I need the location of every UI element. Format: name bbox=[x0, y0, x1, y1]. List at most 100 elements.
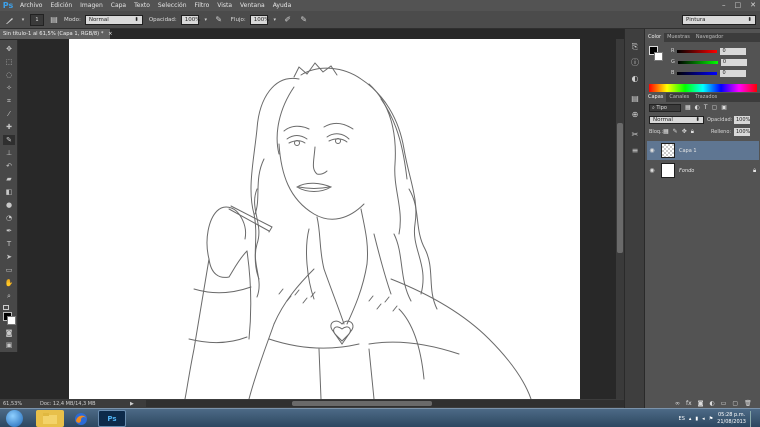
crop-tool-icon[interactable]: ⌗ bbox=[3, 96, 15, 106]
canvas-area[interactable] bbox=[18, 39, 624, 399]
adjustments-panel-icon[interactable]: ◐ bbox=[629, 73, 641, 84]
healing-brush-tool-icon[interactable]: ✚ bbox=[3, 122, 15, 132]
zoom-tool-icon[interactable]: ⌕ bbox=[3, 291, 15, 301]
fill-input[interactable]: 100% bbox=[734, 128, 750, 136]
menu-imagen[interactable]: Imagen bbox=[76, 0, 107, 11]
close-icon[interactable]: × bbox=[108, 31, 112, 37]
chevron-down-icon[interactable]: ▾ bbox=[272, 14, 278, 26]
filter-smart-icon[interactable]: ▣ bbox=[721, 104, 727, 111]
clone-source-panel-icon[interactable]: ⊕ bbox=[629, 109, 641, 120]
path-select-tool-icon[interactable]: ➤ bbox=[3, 252, 15, 262]
dodge-tool-icon[interactable]: ◔ bbox=[3, 213, 15, 223]
filter-pixel-icon[interactable]: ▦ bbox=[685, 104, 691, 111]
quick-mask-icon[interactable]: ◙ bbox=[3, 328, 15, 338]
red-channel-value[interactable]: 0 bbox=[720, 47, 747, 55]
status-menu-arrow-icon[interactable]: ▶ bbox=[130, 401, 134, 407]
hand-tool-icon[interactable]: ✋ bbox=[3, 278, 15, 288]
blue-channel-slider[interactable] bbox=[677, 71, 718, 75]
history-panel-icon[interactable]: ⎘ bbox=[629, 41, 641, 52]
marquee-tool-icon[interactable]: ⬚ bbox=[3, 57, 15, 67]
menu-capa[interactable]: Capa bbox=[107, 0, 130, 11]
filter-shape-icon[interactable]: ▢ bbox=[712, 104, 718, 111]
firefox-icon[interactable] bbox=[67, 410, 95, 427]
tab-color[interactable]: Color bbox=[645, 33, 665, 42]
start-button[interactable] bbox=[6, 410, 23, 427]
tab-canales[interactable]: Canales bbox=[666, 93, 692, 102]
explorer-icon[interactable] bbox=[36, 410, 64, 427]
quick-select-tool-icon[interactable]: ✧ bbox=[3, 83, 15, 93]
folder-icon[interactable]: ▭ bbox=[721, 400, 727, 407]
menu-vista[interactable]: Vista bbox=[213, 0, 236, 11]
document-info[interactable]: Doc: 12,4 MB/14,3 MB bbox=[40, 401, 130, 407]
lock-position-icon[interactable]: ✥ bbox=[682, 128, 687, 136]
screen-mode-icon[interactable]: ▣ bbox=[3, 340, 15, 350]
flow-input[interactable]: 100% bbox=[249, 14, 269, 25]
document-tab[interactable]: Sin título-1 al 61,5% (Capa 1, RGB/8) * … bbox=[0, 29, 112, 39]
layer-row-fondo[interactable]: ◉ Fondo 🔒︎ bbox=[647, 161, 759, 180]
horizontal-scrollbar[interactable] bbox=[146, 400, 624, 407]
pressure-size-icon[interactable]: ✎ bbox=[298, 14, 310, 26]
filter-type-icon[interactable]: T bbox=[704, 104, 708, 111]
volume-icon[interactable]: ◂ bbox=[702, 416, 705, 422]
vertical-scroll-thumb[interactable] bbox=[617, 123, 623, 253]
flag-icon[interactable]: ⚑ bbox=[709, 416, 713, 422]
pen-tool-icon[interactable]: ✒ bbox=[3, 226, 15, 236]
mask-icon[interactable]: ◙ bbox=[698, 400, 704, 407]
blur-tool-icon[interactable]: ● bbox=[3, 200, 15, 210]
airbrush-icon[interactable]: ✐ bbox=[282, 14, 294, 26]
character-panel-icon[interactable]: ≡ bbox=[629, 145, 641, 156]
green-channel-slider[interactable] bbox=[677, 60, 718, 64]
background-color-swatch[interactable] bbox=[654, 52, 663, 61]
visibility-eye-icon[interactable]: ◉ bbox=[647, 167, 657, 174]
brush-panel-icon[interactable]: ▤ bbox=[48, 14, 60, 26]
paint-bucket-tool-icon[interactable]: ◧ bbox=[3, 187, 15, 197]
trash-icon[interactable]: 🗑︎ bbox=[744, 400, 752, 407]
tab-trazados[interactable]: Trazados bbox=[692, 93, 720, 102]
vertical-scrollbar[interactable] bbox=[616, 39, 624, 399]
photoshop-taskbar-icon[interactable]: Ps bbox=[98, 410, 126, 427]
lock-pixels-icon[interactable]: ✎ bbox=[673, 128, 678, 136]
network-icon[interactable]: ▮ bbox=[695, 416, 698, 422]
document-canvas[interactable] bbox=[69, 39, 580, 399]
layer-name[interactable]: Capa 1 bbox=[679, 148, 697, 154]
zoom-level[interactable]: 61,53% bbox=[0, 401, 40, 407]
layer-row-capa-1[interactable]: ◉ Capa 1 bbox=[647, 141, 759, 160]
brush-presets-panel-icon[interactable]: ▤ bbox=[629, 93, 641, 104]
adjustment-icon[interactable]: ◐ bbox=[710, 400, 715, 407]
workspace-select[interactable]: Pintura ⬍ bbox=[682, 15, 756, 25]
new-layer-icon[interactable]: ▢ bbox=[732, 400, 738, 407]
clone-stamp-tool-icon[interactable]: ⊥ bbox=[3, 148, 15, 158]
tool-presets-panel-icon[interactable]: ✂ bbox=[629, 129, 641, 140]
menu-filtro[interactable]: Filtro bbox=[191, 0, 214, 11]
clock[interactable]: 05:28 p.m. 21/08/2013 bbox=[717, 412, 746, 426]
fx-icon[interactable]: fx bbox=[686, 400, 692, 407]
properties-panel-icon[interactable]: ⓘ bbox=[629, 57, 641, 68]
layer-filter-select[interactable]: ⌕ Tipo bbox=[649, 104, 681, 112]
layer-opacity-input[interactable]: 100% bbox=[734, 116, 750, 124]
blue-channel-value[interactable]: 0 bbox=[720, 69, 747, 77]
brush-tool-icon[interactable]: ✎ bbox=[3, 135, 15, 145]
menu-edicion[interactable]: Edición bbox=[46, 0, 76, 11]
horizontal-scroll-thumb[interactable] bbox=[292, 401, 432, 406]
menu-seleccion[interactable]: Selección bbox=[154, 0, 191, 11]
eyedropper-tool-icon[interactable]: ⁄ bbox=[3, 109, 15, 119]
menu-ayuda[interactable]: Ayuda bbox=[269, 0, 296, 11]
close-button[interactable]: ✕ bbox=[750, 1, 756, 9]
background-color-swatch[interactable] bbox=[7, 316, 16, 325]
color-spectrum-bar[interactable] bbox=[649, 84, 757, 92]
green-channel-value[interactable]: 0 bbox=[720, 58, 747, 66]
tray-expand-icon[interactable]: ▴ bbox=[689, 416, 692, 422]
history-brush-tool-icon[interactable]: ↶ bbox=[3, 161, 15, 171]
menu-texto[interactable]: Texto bbox=[130, 0, 154, 11]
tab-navegador[interactable]: Navegador bbox=[693, 33, 726, 42]
brush-size-picker[interactable]: 1 bbox=[30, 13, 44, 26]
menu-archivo[interactable]: Archivo bbox=[16, 0, 46, 11]
pressure-opacity-icon[interactable]: ✎ bbox=[213, 14, 225, 26]
link-icon[interactable]: ∞ bbox=[675, 400, 680, 407]
opacity-input[interactable]: 100% bbox=[180, 14, 201, 25]
type-tool-icon[interactable]: T bbox=[3, 239, 15, 249]
brush-tool-icon[interactable] bbox=[4, 14, 16, 26]
red-channel-slider[interactable] bbox=[677, 49, 718, 53]
layer-name[interactable]: Fondo bbox=[679, 168, 749, 174]
maximize-button[interactable]: □ bbox=[735, 1, 742, 9]
